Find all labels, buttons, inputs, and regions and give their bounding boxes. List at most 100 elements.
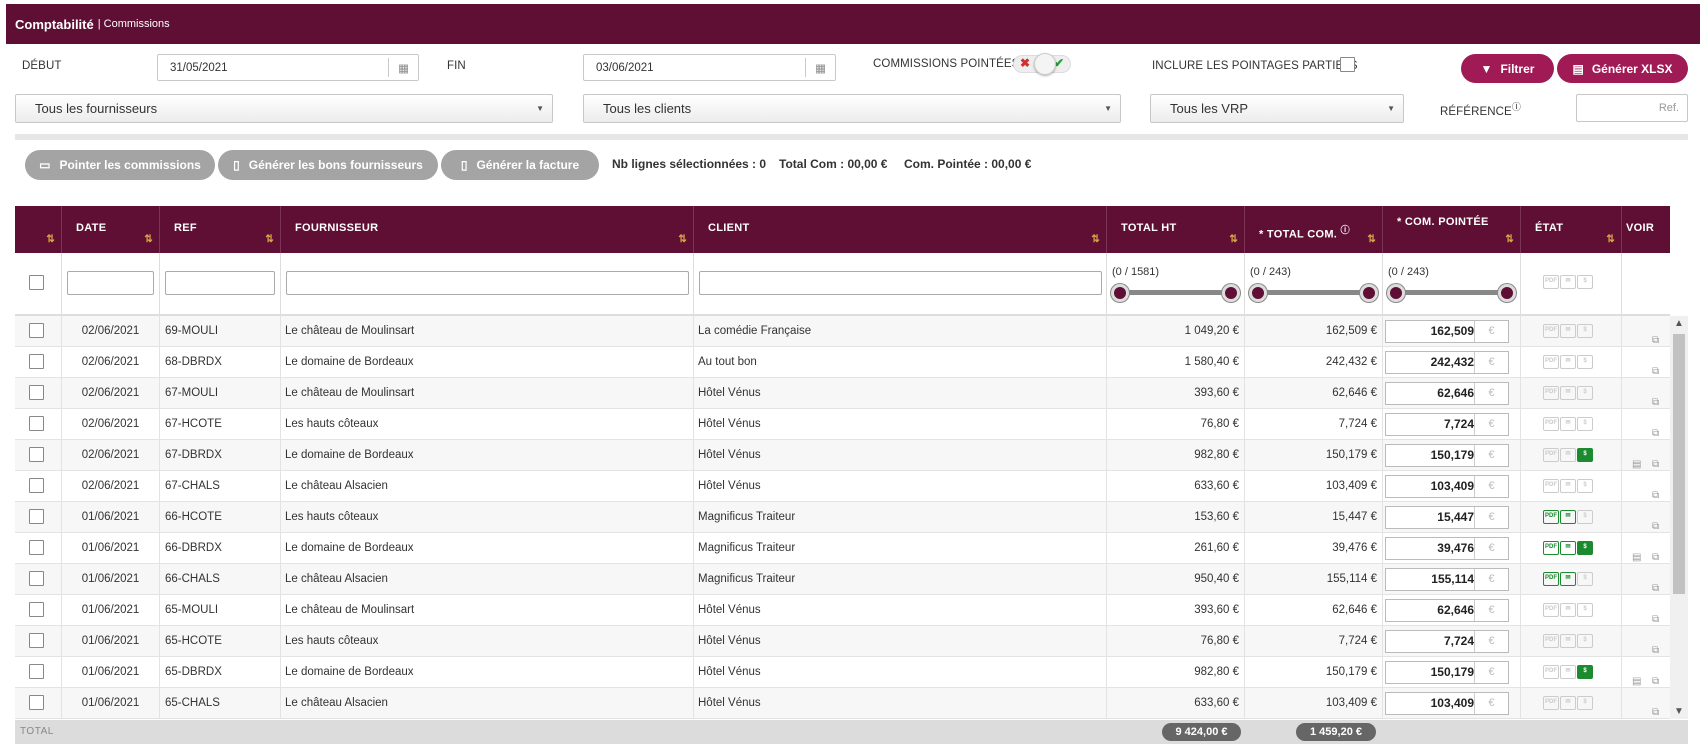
reference-input[interactable]: Ref.	[1576, 94, 1688, 122]
scroll-up-icon[interactable]: ▲	[1674, 318, 1684, 329]
pdf-icon[interactable]: PDF	[1543, 696, 1559, 710]
stack-icon[interactable]: ⧉	[1652, 325, 1659, 347]
table-row[interactable]: 02/06/2021 67-CHALS Le château Alsacien Hôt…	[15, 471, 1670, 502]
scrollbar[interactable]: ▲ ▼	[1670, 316, 1688, 719]
header-date[interactable]: DATE ⇅	[62, 206, 160, 253]
stack-icon[interactable]: ⧉	[1652, 573, 1659, 595]
mail-icon[interactable]: ✉	[1560, 665, 1576, 679]
pdf-icon[interactable]: PDF	[1543, 417, 1559, 431]
mail-icon[interactable]: ✉	[1560, 479, 1576, 493]
com-pointee-input[interactable]: 162,509 €	[1385, 320, 1509, 343]
mail-icon[interactable]: ✉	[1560, 417, 1576, 431]
table-row[interactable]: 01/06/2021 65-CHALS Le château Alsacien Hôt…	[15, 688, 1670, 719]
money-icon[interactable]: $	[1577, 355, 1593, 369]
stack-icon[interactable]: ⧉	[1652, 356, 1659, 378]
stack-icon[interactable]: ⧉	[1652, 511, 1659, 533]
money-icon[interactable]: $	[1577, 479, 1593, 493]
com-pointee-input[interactable]: 15,447 €	[1385, 506, 1509, 529]
mail-icon[interactable]: ✉	[1560, 324, 1576, 338]
com-pointee-input[interactable]: 150,179 €	[1385, 444, 1509, 467]
mail-icon[interactable]: ✉	[1560, 541, 1576, 555]
money-icon[interactable]: $	[1577, 324, 1593, 338]
money-icon[interactable]: $	[1577, 541, 1593, 555]
com-pointee-input[interactable]: 62,646 €	[1385, 599, 1509, 622]
fournisseurs-select[interactable]: Tous les fournisseurs ▼	[15, 94, 553, 123]
table-row[interactable]: 01/06/2021 66-HCOTE Les hauts côteaux Magni…	[15, 502, 1670, 533]
range-track[interactable]	[1120, 290, 1231, 295]
pdf-icon[interactable]: PDF	[1543, 355, 1559, 369]
document-icon[interactable]: ▤	[1632, 542, 1641, 564]
mail-icon[interactable]: ✉	[1560, 510, 1576, 524]
pdf-icon[interactable]: PDF	[1543, 603, 1559, 617]
table-row[interactable]: 01/06/2021 65-HCOTE Les hauts côteaux Hôtel…	[15, 626, 1670, 657]
table-row[interactable]: 01/06/2021 65-MOULI Le château de Moulinsa…	[15, 595, 1670, 626]
row-checkbox[interactable]	[29, 323, 44, 338]
filtrer-button[interactable]: ▼ Filtrer	[1461, 54, 1554, 83]
money-icon[interactable]: $	[1577, 665, 1593, 679]
fin-date-field[interactable]: 03/06/2021 ▦	[583, 54, 836, 81]
commissions-pointees-toggle[interactable]: ✖ ✔	[1013, 53, 1071, 75]
pdf-icon[interactable]: PDF	[1543, 634, 1559, 648]
range-min-handle[interactable]	[1249, 284, 1267, 302]
money-icon[interactable]: $	[1577, 572, 1593, 586]
clients-select[interactable]: Tous les clients ▼	[583, 94, 1121, 123]
pdf-icon[interactable]: PDF	[1543, 479, 1559, 493]
mail-icon[interactable]: ✉	[1560, 696, 1576, 710]
row-checkbox[interactable]	[29, 509, 44, 524]
header-ref[interactable]: REF ⇅	[160, 206, 281, 253]
calendar-icon[interactable]: ▦	[805, 58, 835, 77]
header-com-pointee[interactable]: * COM. POINTÉE ⇅	[1383, 206, 1521, 253]
stack-icon[interactable]: ⧉	[1652, 635, 1659, 657]
table-row[interactable]: 01/06/2021 66-DBRDX Le domaine de Bordeaux…	[15, 533, 1670, 564]
row-checkbox[interactable]	[29, 416, 44, 431]
pdf-icon[interactable]: PDF	[1543, 386, 1559, 400]
table-row[interactable]: 02/06/2021 69-MOULI Le château de Moulinsa…	[15, 316, 1670, 347]
com-pointee-input[interactable]: 62,646 €	[1385, 382, 1509, 405]
range-track[interactable]	[1258, 290, 1369, 295]
mail-icon[interactable]: ✉	[1560, 386, 1576, 400]
row-checkbox[interactable]	[29, 478, 44, 493]
mail-icon[interactable]: ✉	[1560, 355, 1576, 369]
toggle-knob[interactable]	[1034, 53, 1056, 75]
document-icon[interactable]: ▤	[1632, 666, 1641, 688]
row-checkbox[interactable]	[29, 540, 44, 555]
mail-icon[interactable]: ✉	[1560, 448, 1576, 462]
money-icon[interactable]: $	[1577, 696, 1593, 710]
stack-icon[interactable]: ⧉	[1652, 480, 1659, 502]
header-fournisseur[interactable]: FOURNISSEUR ⇅	[281, 206, 694, 253]
com-pointee-input[interactable]: 7,724 €	[1385, 630, 1509, 653]
pdf-icon[interactable]: PDF	[1543, 448, 1559, 462]
generer-facture-button[interactable]: ▯ Générer la facture	[441, 150, 599, 180]
generer-xlsx-button[interactable]: ▤ Générer XLSX	[1557, 54, 1688, 83]
money-icon[interactable]: $	[1577, 386, 1593, 400]
range-max-handle[interactable]	[1222, 284, 1240, 302]
money-icon[interactable]: $	[1577, 603, 1593, 617]
inclure-pointages-checkbox[interactable]	[1340, 57, 1355, 72]
stack-icon[interactable]: ⧉	[1652, 666, 1659, 688]
header-total-ht[interactable]: TOTAL HT ⇅	[1107, 206, 1245, 253]
pointer-commissions-button[interactable]: ▭ Pointer les commissions	[25, 150, 215, 180]
header-total-com[interactable]: * TOTAL COM. ⓘ ⇅	[1245, 206, 1383, 253]
row-checkbox[interactable]	[29, 633, 44, 648]
row-checkbox[interactable]	[29, 385, 44, 400]
com-pointee-input[interactable]: 150,179 €	[1385, 661, 1509, 684]
com-pointee-input[interactable]: 7,724 €	[1385, 413, 1509, 436]
pdf-icon[interactable]: PDF	[1543, 665, 1559, 679]
stack-icon[interactable]: ⧉	[1652, 697, 1659, 719]
com-pointee-input[interactable]: 242,432 €	[1385, 351, 1509, 374]
pdf-icon[interactable]: PDF	[1543, 324, 1559, 338]
ref-filter-input[interactable]	[165, 271, 275, 295]
pdf-icon[interactable]: PDF	[1543, 510, 1559, 524]
stack-icon[interactable]: ⧉	[1652, 387, 1659, 409]
stack-icon[interactable]: ⧉	[1652, 542, 1659, 564]
debut-date-field[interactable]: 31/05/2021 ▦	[157, 54, 419, 81]
range-min-handle[interactable]	[1111, 284, 1129, 302]
money-icon[interactable]: $	[1577, 510, 1593, 524]
com-pointee-input[interactable]: 155,114 €	[1385, 568, 1509, 591]
pdf-icon[interactable]: PDF	[1543, 572, 1559, 586]
range-max-handle[interactable]	[1498, 284, 1516, 302]
row-checkbox[interactable]	[29, 571, 44, 586]
table-row[interactable]: 02/06/2021 67-HCOTE Les hauts côteaux Hôtel…	[15, 409, 1670, 440]
row-checkbox[interactable]	[29, 354, 44, 369]
document-icon[interactable]: ▤	[1632, 449, 1641, 471]
